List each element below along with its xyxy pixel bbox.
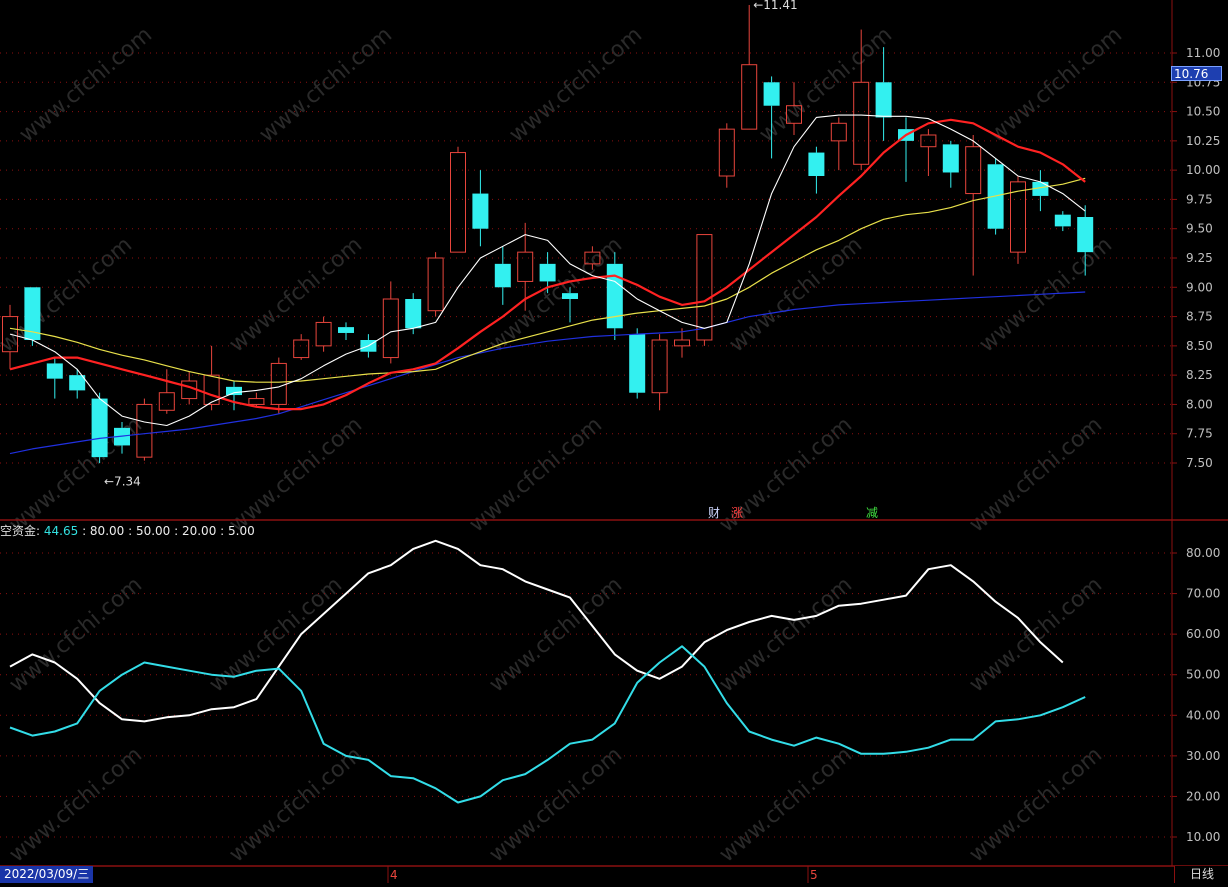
candle-body-down (1077, 217, 1094, 253)
watermark-text: www.cfchi.com (205, 572, 347, 697)
candle-body-up (696, 234, 713, 341)
candle-body-down (539, 263, 556, 282)
event-marker-cai[interactable]: 财 (706, 506, 722, 520)
candle-body-down (405, 299, 422, 329)
watermark-text: www.cfchi.com (505, 22, 647, 147)
price-tick-label: 8.50 (1186, 339, 1213, 353)
indicator-tick-label: 80.00 (1186, 546, 1220, 560)
watermark-text: www.cfchi.com (485, 742, 627, 867)
price-tick-label: 10.00 (1186, 163, 1220, 177)
watermark-text: www.cfchi.com (725, 232, 867, 357)
watermark-text: www.cfchi.com (975, 232, 1117, 357)
indicator-tick-label: 70.00 (1186, 587, 1220, 601)
watermark-text: www.cfchi.com (965, 742, 1107, 867)
watermark-text: www.cfchi.com (715, 742, 857, 867)
candle-body-down (562, 293, 578, 299)
price-tick-label: 7.50 (1186, 456, 1213, 470)
indicator-line-white (9, 539, 1064, 723)
candle-body-down (629, 334, 646, 393)
indicator-tick-label: 40.00 (1186, 708, 1220, 722)
price-tick-label: 10.25 (1186, 134, 1220, 148)
indicator-value: 44.65 (43, 524, 79, 538)
candle-body-down (763, 82, 780, 106)
price-tick-label: 10.50 (1186, 105, 1220, 119)
candle-body-down (875, 82, 892, 118)
indicator-levels: : 80.00 : 50.00 : 20.00 : 5.00 (82, 524, 255, 538)
watermark-text: www.cfchi.com (965, 572, 1107, 697)
candle-body-up (920, 134, 937, 148)
candle-body-up (853, 81, 870, 165)
candle-body-down (472, 193, 489, 229)
watermark-text: www.cfchi.com (465, 412, 607, 537)
candle-body-up (315, 321, 332, 347)
candle-body-up (830, 122, 847, 142)
candle-body-up (450, 152, 466, 253)
watermark-text: www.cfchi.com (255, 22, 397, 147)
candle-body-up (718, 128, 735, 177)
max-price-label: ←11.41 (753, 0, 797, 12)
candle-body-up (427, 257, 444, 312)
event-marker-jian[interactable]: 减 (864, 506, 880, 520)
chart-stage: www.cfchi.com www.cfchi.com www.cfchi.com w… (0, 0, 1228, 883)
indicator-tick-label: 60.00 (1186, 627, 1220, 641)
watermark-text: www.cfchi.com (225, 412, 367, 537)
watermark-text: www.cfchi.com (5, 742, 147, 867)
candle-body-up (158, 392, 175, 411)
current-price-badge: 10.76 (1171, 66, 1222, 81)
period-selector[interactable]: 日线 (1174, 866, 1228, 883)
price-tick-label: 9.25 (1186, 251, 1213, 265)
candle-body-down (606, 263, 623, 329)
price-tick-label: 9.50 (1186, 222, 1213, 236)
indicator-tick-label: 30.00 (1186, 749, 1220, 763)
candle-body-up (741, 64, 758, 130)
month-label-5: 5 (810, 868, 818, 882)
watermark-text: www.cfchi.com (985, 22, 1127, 147)
price-tick-label: 8.75 (1186, 310, 1213, 324)
date-label: 2022/03/09/三 (0, 866, 94, 883)
candle-body-down (226, 386, 242, 396)
price-tick-label: 8.00 (1186, 397, 1213, 411)
watermark-text: www.cfchi.com (715, 572, 857, 697)
candle-body-down (808, 152, 825, 176)
candle-body-down (1054, 214, 1071, 227)
month-label-4: 4 (390, 868, 398, 882)
watermark-text: www.cfchi.com (225, 742, 367, 867)
candle-body-up (270, 362, 287, 405)
indicator-tick-label: 50.00 (1186, 668, 1220, 682)
indicator-tick-label: 20.00 (1186, 789, 1220, 803)
price-tick-label: 9.75 (1186, 192, 1213, 206)
candle-body-up (382, 298, 399, 359)
stock-chart-svg: www.cfchi.com www.cfchi.com www.cfchi.com w… (0, 0, 1228, 883)
candle-body-down (46, 363, 63, 379)
candle-body-up (651, 339, 668, 394)
watermark-text: www.cfchi.com (15, 22, 157, 147)
price-tick-label: 7.75 (1186, 427, 1213, 441)
watermark-text: www.cfchi.com (965, 412, 1107, 537)
indicator-name: 空资金: (0, 524, 41, 538)
indicator-legend: 空资金: 44.65 : 80.00 : 50.00 : 20.00 : 5.0… (0, 522, 255, 539)
indicator-line-cyan (9, 645, 1086, 804)
candle-body-down (494, 263, 511, 288)
candle-body-down (91, 398, 108, 458)
candle-body-up (293, 339, 310, 359)
candle-body-up (248, 398, 265, 405)
candle-body-down (942, 144, 959, 173)
candle-body-up (674, 339, 690, 347)
indicator-tick-label: 10.00 (1186, 830, 1220, 844)
min-price-label: ←7.34 (104, 475, 141, 489)
candle-body-down (338, 327, 354, 333)
price-tick-label: 11.00 (1186, 46, 1220, 60)
watermark-text: www.cfchi.com (485, 572, 627, 697)
price-tick-label: 8.25 (1186, 368, 1213, 382)
event-marker-zhang[interactable]: 涨 (729, 506, 745, 520)
watermark-text: www.cfchi.com (485, 232, 627, 357)
candle-body-up (517, 251, 534, 282)
price-tick-label: 9.00 (1186, 280, 1213, 294)
watermark-text: www.cfchi.com (0, 232, 137, 357)
